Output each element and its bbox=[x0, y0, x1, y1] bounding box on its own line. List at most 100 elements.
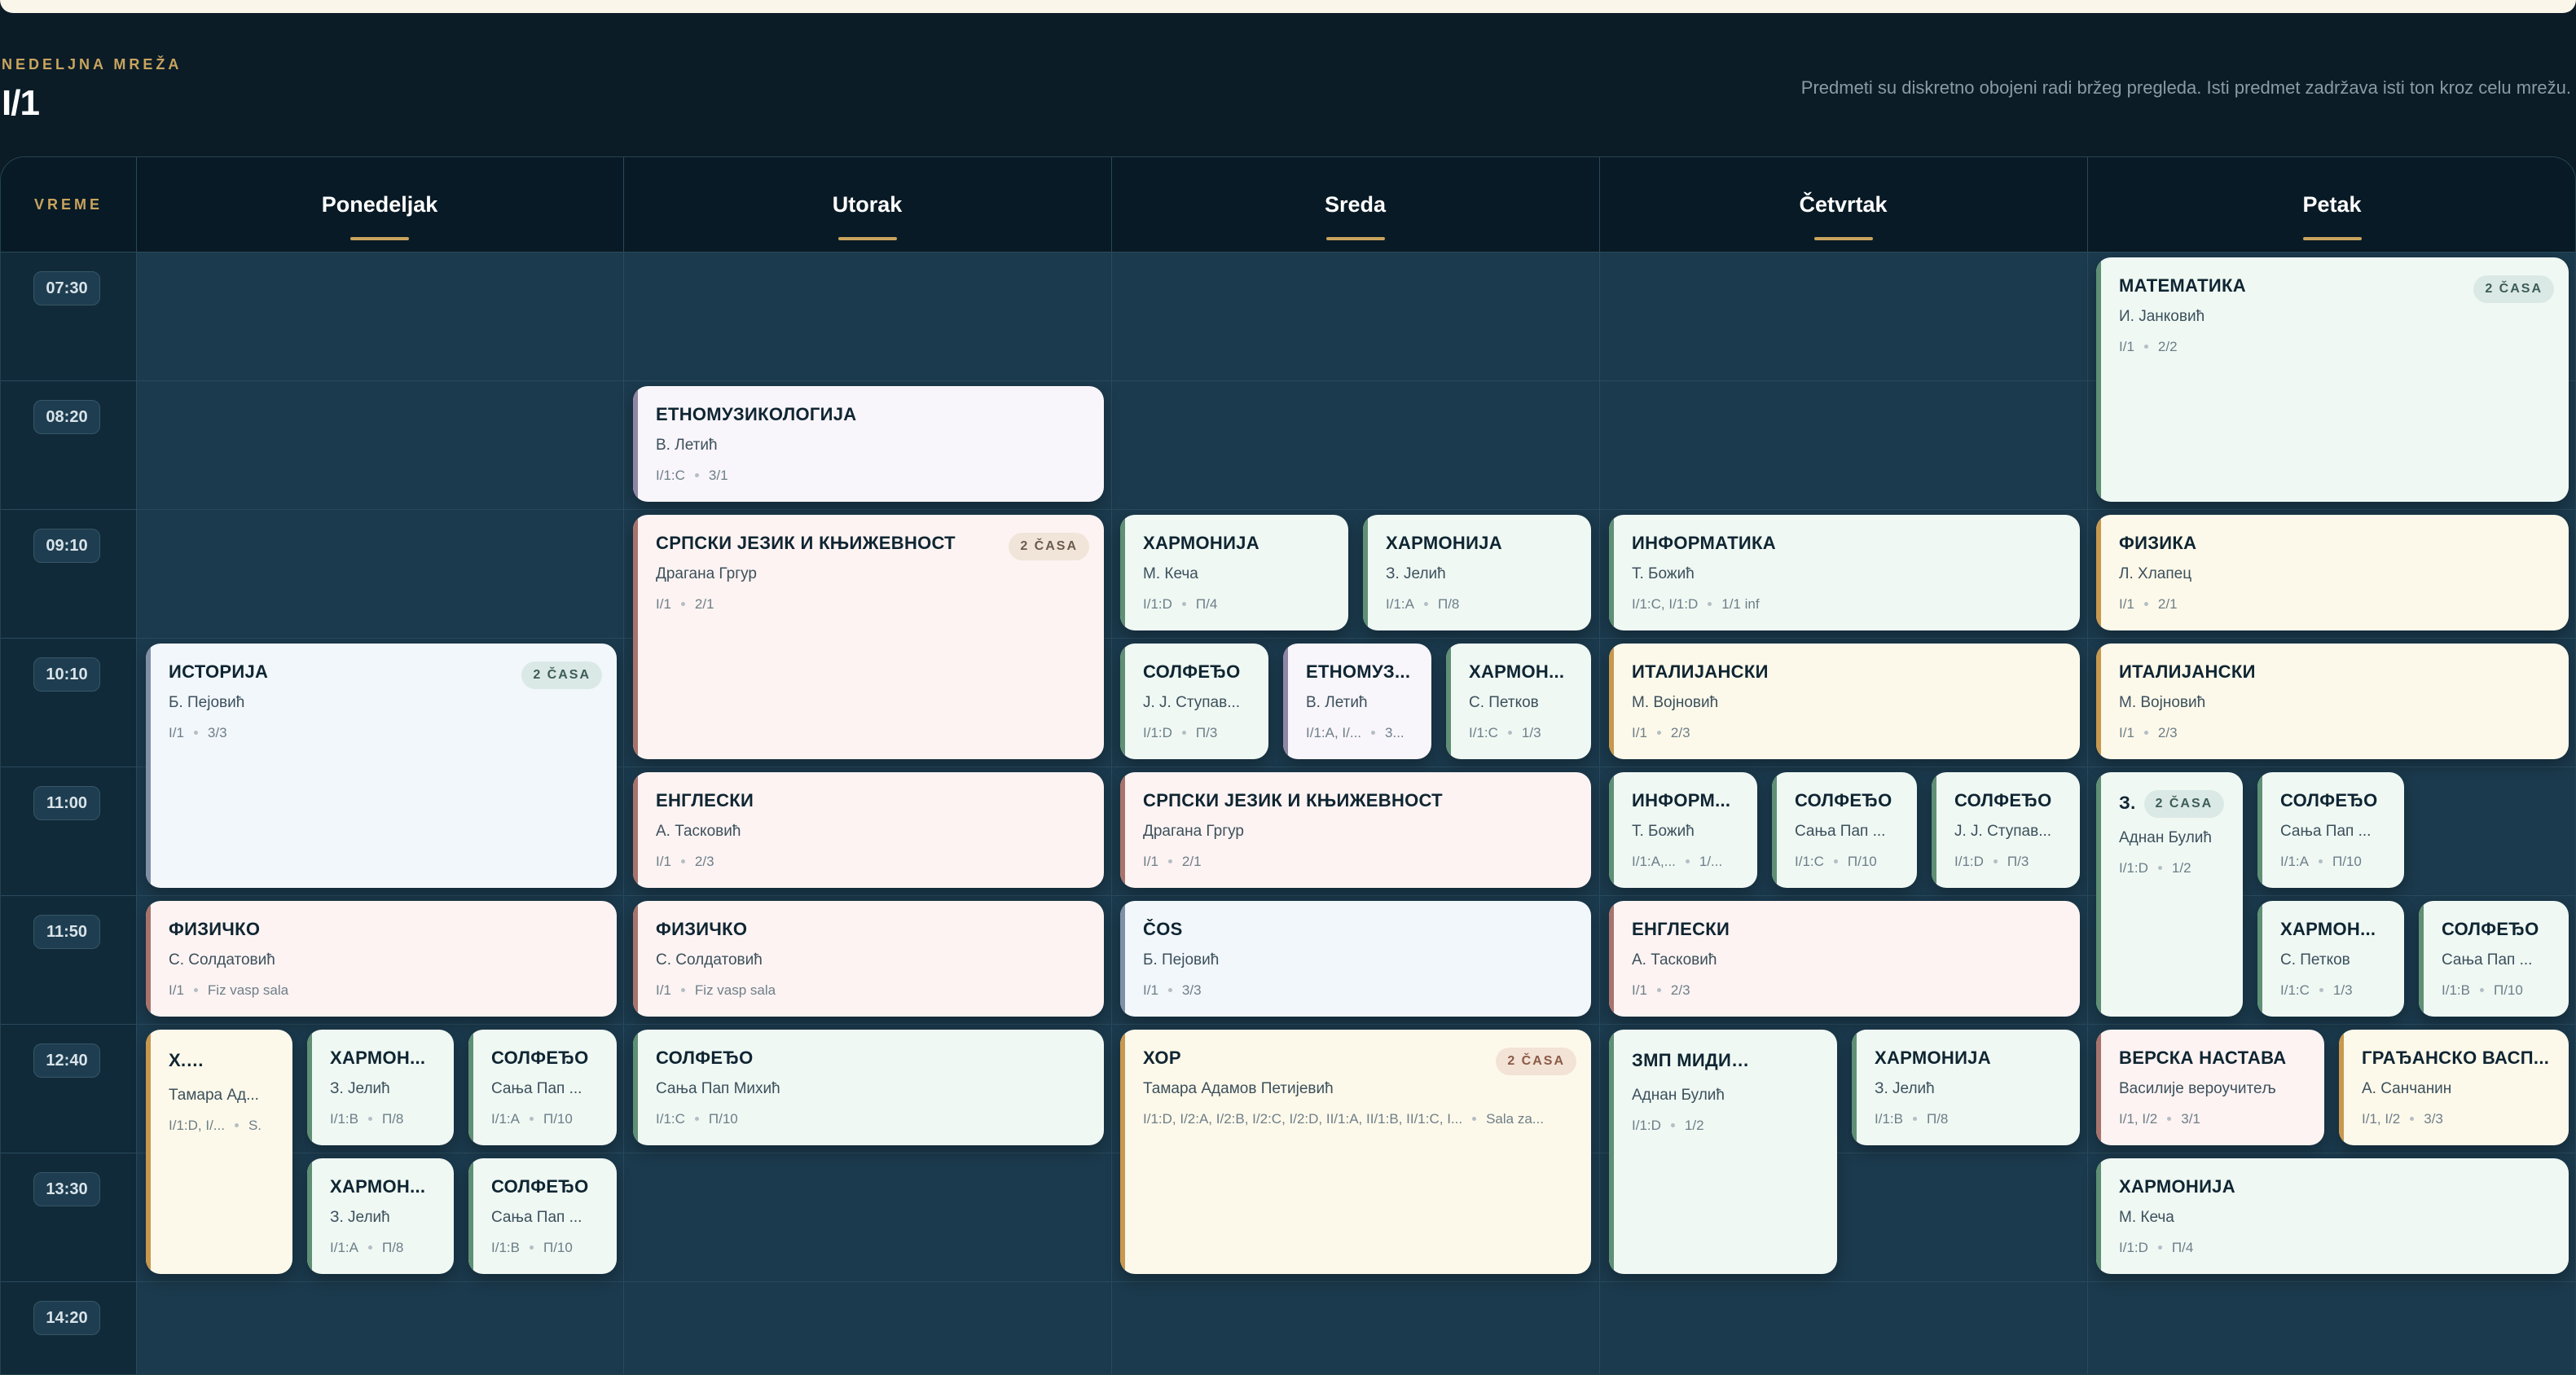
lesson-meta: I/1:B П/10 bbox=[2442, 982, 2551, 999]
lesson-card[interactable]: СОЛФЕЂО Сања Пап Михић I/1:C П/10 bbox=[633, 1030, 1104, 1145]
lesson-meta: I/1 Fiz vasp sala bbox=[656, 982, 1086, 999]
lesson-card[interactable]: ХАРМОНИЈА З. Јелић I/1:A П/8 bbox=[1363, 515, 1591, 630]
lesson-card[interactable]: МАТЕМАТИКА 2 ČASA И. Јанковић I/1 2/2 bbox=[2096, 257, 2569, 502]
lesson-card[interactable]: СРПСКИ ЈЕЗИК И КЊИЖЕВНОСТ Драгана Гргур I/… bbox=[1120, 772, 1591, 888]
separator-dot bbox=[2143, 730, 2148, 735]
grid-column-divider bbox=[1599, 157, 1600, 1374]
page-title: I/1 bbox=[2, 83, 40, 123]
subject-color-stripe bbox=[146, 644, 151, 888]
lesson-card[interactable]: ХАРМОН... С. Петков I/1:C 1/3 bbox=[1446, 644, 1591, 759]
lesson-card[interactable]: ВЕРСКА НАСТАВА Василије вероучитељ I/1, I/… bbox=[2096, 1030, 2324, 1145]
lesson-card[interactable]: ХАРМОНИЈА М. Кеча I/1:D П/4 bbox=[1120, 515, 1348, 630]
lesson-meta: I/1:A,... 1/... bbox=[1632, 854, 1739, 870]
lesson-room: 1/2 bbox=[2171, 860, 2191, 876]
lesson-card[interactable]: ХАРМОН... З. Јелић I/1:B П/8 bbox=[307, 1030, 454, 1145]
lesson-room: П/10 bbox=[543, 1240, 573, 1255]
lesson-card[interactable]: ХАРМОНИЈА М. Кеча I/1:D П/4 bbox=[2096, 1158, 2569, 1274]
lesson-title: СОЛФЕЂО bbox=[1143, 661, 1241, 682]
lesson-room: 3/3 bbox=[1181, 982, 1202, 998]
lesson-card[interactable]: СОЛФЕЂО Ј. Ј. Ступав... I/1:D П/3 bbox=[1120, 644, 1268, 759]
lesson-card[interactable]: СОЛФЕЂО Сања Пап ... I/1:A П/10 bbox=[2257, 772, 2404, 888]
lesson-room: П/10 bbox=[1847, 854, 1877, 869]
subject-color-stripe bbox=[2096, 515, 2101, 630]
grid-row-divider bbox=[1, 509, 2575, 510]
time-slot-label: 11:00 bbox=[33, 786, 100, 820]
lesson-room: 2/1 bbox=[2157, 596, 2178, 612]
lesson-card[interactable]: Х. 2 ČASA Тамара Ад... I/1:D, I/... S. bbox=[146, 1030, 292, 1274]
subject-color-stripe bbox=[1932, 772, 1936, 888]
lesson-room: П/4 bbox=[1195, 596, 1218, 612]
grid-column-divider bbox=[623, 157, 624, 1374]
separator-dot bbox=[2167, 1116, 2172, 1121]
separator-dot bbox=[1371, 730, 1376, 735]
lesson-group: I/1:C bbox=[656, 1111, 685, 1127]
lesson-card[interactable]: З. 2 ČASA Аднан Булић I/1:D 1/2 bbox=[2096, 772, 2243, 1017]
lesson-room: 1/1 inf bbox=[1721, 596, 1760, 612]
lesson-group: I/1:A bbox=[1386, 596, 1414, 612]
lesson-card[interactable]: ХОР 2 ČASA Тамара Адамов Петијевић I/1:D, I… bbox=[1120, 1030, 1591, 1274]
lesson-card[interactable]: ЕНГЛЕСКИ А. Тасковић I/1 2/3 bbox=[633, 772, 1104, 888]
lesson-meta: I/1:C П/10 bbox=[656, 1111, 1086, 1127]
lesson-room: П/10 bbox=[543, 1111, 573, 1127]
lesson-card[interactable]: ИСТОРИЈА 2 ČASA Б. Пејовић I/1 3/3 bbox=[146, 644, 617, 888]
lesson-room: П/10 bbox=[708, 1111, 738, 1127]
double-lesson-badge: 2 ČASA bbox=[194, 1048, 275, 1075]
subject-color-stripe bbox=[633, 772, 638, 888]
lesson-teacher: З. Јелић bbox=[1875, 1080, 1935, 1097]
lesson-card[interactable]: СОЛФЕЂО Сања Пап ... I/1:B П/10 bbox=[468, 1158, 617, 1274]
lesson-title: Х. 2 ČASA bbox=[169, 1048, 275, 1075]
lesson-card[interactable]: ЗМП МИДИ 2 ČASA Аднан Булић I/1:D 1/2 bbox=[1609, 1030, 1837, 1274]
separator-dot bbox=[2318, 859, 2323, 863]
lesson-meta: I/1:C 3/1 bbox=[656, 468, 1086, 484]
lesson-card[interactable]: ИТАЛИЈАНСКИ М. Војновић I/1 2/3 bbox=[1609, 644, 2080, 759]
lesson-card[interactable]: ХАРМОНИЈА З. Јелић I/1:B П/8 bbox=[1852, 1030, 2080, 1145]
lesson-meta: I/1:B П/8 bbox=[330, 1111, 436, 1127]
lesson-card[interactable]: ИНФОРМАТИКА Т. Божић I/1:C, I/1:D 1/1 inf bbox=[1609, 515, 2080, 630]
lesson-card[interactable]: ИТАЛИЈАНСКИ М. Војновић I/1 2/3 bbox=[2096, 644, 2569, 759]
lesson-teacher: Сања Пап Михић bbox=[656, 1080, 780, 1097]
lesson-card[interactable]: ЕТНОМУЗИКОЛОГИЈА В. Летић I/1:C 3/1 bbox=[633, 386, 1104, 502]
lesson-title: ИНФОРМАТИКА bbox=[1632, 533, 1776, 553]
lesson-card[interactable]: СОЛФЕЂО Сања Пап ... I/1:B П/10 bbox=[2419, 901, 2569, 1017]
lesson-meta: I/1 2/2 bbox=[2119, 339, 2551, 355]
subject-color-stripe bbox=[633, 515, 638, 759]
subject-color-stripe bbox=[146, 1030, 151, 1274]
lesson-card[interactable]: ХАРМОН... С. Петков I/1:C 1/3 bbox=[2257, 901, 2404, 1017]
lesson-room: 1/3 bbox=[1521, 725, 1541, 740]
day-header-friday: Petak bbox=[2087, 157, 2575, 252]
grid-row-divider bbox=[1, 1281, 2575, 1282]
lesson-card[interactable]: СОЛФЕЂО Ј. Ј. Ступав... I/1:D П/3 bbox=[1932, 772, 2080, 888]
lesson-card[interactable]: ЕТНОМУЗ... В. Летић I/1:A, I/... 3... bbox=[1283, 644, 1431, 759]
lesson-card[interactable]: ФИЗИЧКО С. Солдатовић I/1 Fiz vasp sala bbox=[633, 901, 1104, 1017]
day-header-wednesday: Sreda bbox=[1111, 157, 1599, 252]
lesson-group: I/1 bbox=[169, 725, 184, 740]
lesson-card[interactable]: СОЛФЕЂО Сања Пап ... I/1:C П/10 bbox=[1772, 772, 1917, 888]
subject-color-stripe bbox=[1120, 515, 1125, 630]
lesson-group: I/1 bbox=[656, 596, 671, 612]
lesson-card[interactable]: ГРАЂАНСКО ВАСП... А. Санчанин I/1, I/2 3/3 bbox=[2339, 1030, 2569, 1145]
lesson-card[interactable]: ХАРМОН... З. Јелић I/1:A П/8 bbox=[307, 1158, 454, 1274]
lesson-teacher: С. Петков bbox=[1469, 694, 1539, 711]
lesson-card[interactable]: ФИЗИЧКО С. Солдатовић I/1 Fiz vasp sala bbox=[146, 901, 617, 1017]
lesson-title: ГРАЂАНСКО ВАСП... bbox=[2362, 1048, 2550, 1068]
separator-dot bbox=[1423, 601, 1428, 606]
lesson-title: ИТАЛИЈАНСКИ bbox=[2119, 661, 2256, 682]
time-slot-label: 12:40 bbox=[33, 1043, 100, 1078]
lesson-title: ФИЗИЧКО bbox=[656, 919, 748, 939]
lesson-card[interactable]: ФИЗИКА Л. Хлапец I/1 2/1 bbox=[2096, 515, 2569, 630]
lesson-room: Fiz vasp sala bbox=[207, 982, 289, 998]
lesson-title: ИТАЛИЈАНСКИ bbox=[1632, 661, 1769, 682]
lesson-card[interactable]: ЕНГЛЕСКИ А. Тасковић I/1 2/3 bbox=[1609, 901, 2080, 1017]
lesson-card[interactable]: ИНФОРМ... Т. Божић I/1:A,... 1/... bbox=[1609, 772, 1757, 888]
lesson-meta: I/1, I/2 3/3 bbox=[2362, 1111, 2551, 1127]
lesson-card[interactable]: ČOS Б. Пејовић I/1 3/3 bbox=[1120, 901, 1591, 1017]
lesson-teacher: Драгана Гргур bbox=[656, 565, 757, 582]
lesson-card[interactable]: СРПСКИ ЈЕЗИК И КЊИЖЕВНОСТ 2 ČASA Драгана Г… bbox=[633, 515, 1104, 759]
lesson-card[interactable]: СОЛФЕЂО Сања Пап ... I/1:A П/10 bbox=[468, 1030, 617, 1145]
lesson-meta: I/1:D П/4 bbox=[2119, 1240, 2551, 1256]
lesson-meta: I/1:B П/10 bbox=[491, 1240, 599, 1256]
lesson-teacher: Аднан Булић bbox=[2119, 829, 2212, 846]
lesson-group: I/1:D bbox=[2119, 860, 2148, 876]
subject-color-stripe bbox=[468, 1158, 473, 1274]
lesson-teacher: М. Кеча bbox=[1143, 565, 1198, 582]
